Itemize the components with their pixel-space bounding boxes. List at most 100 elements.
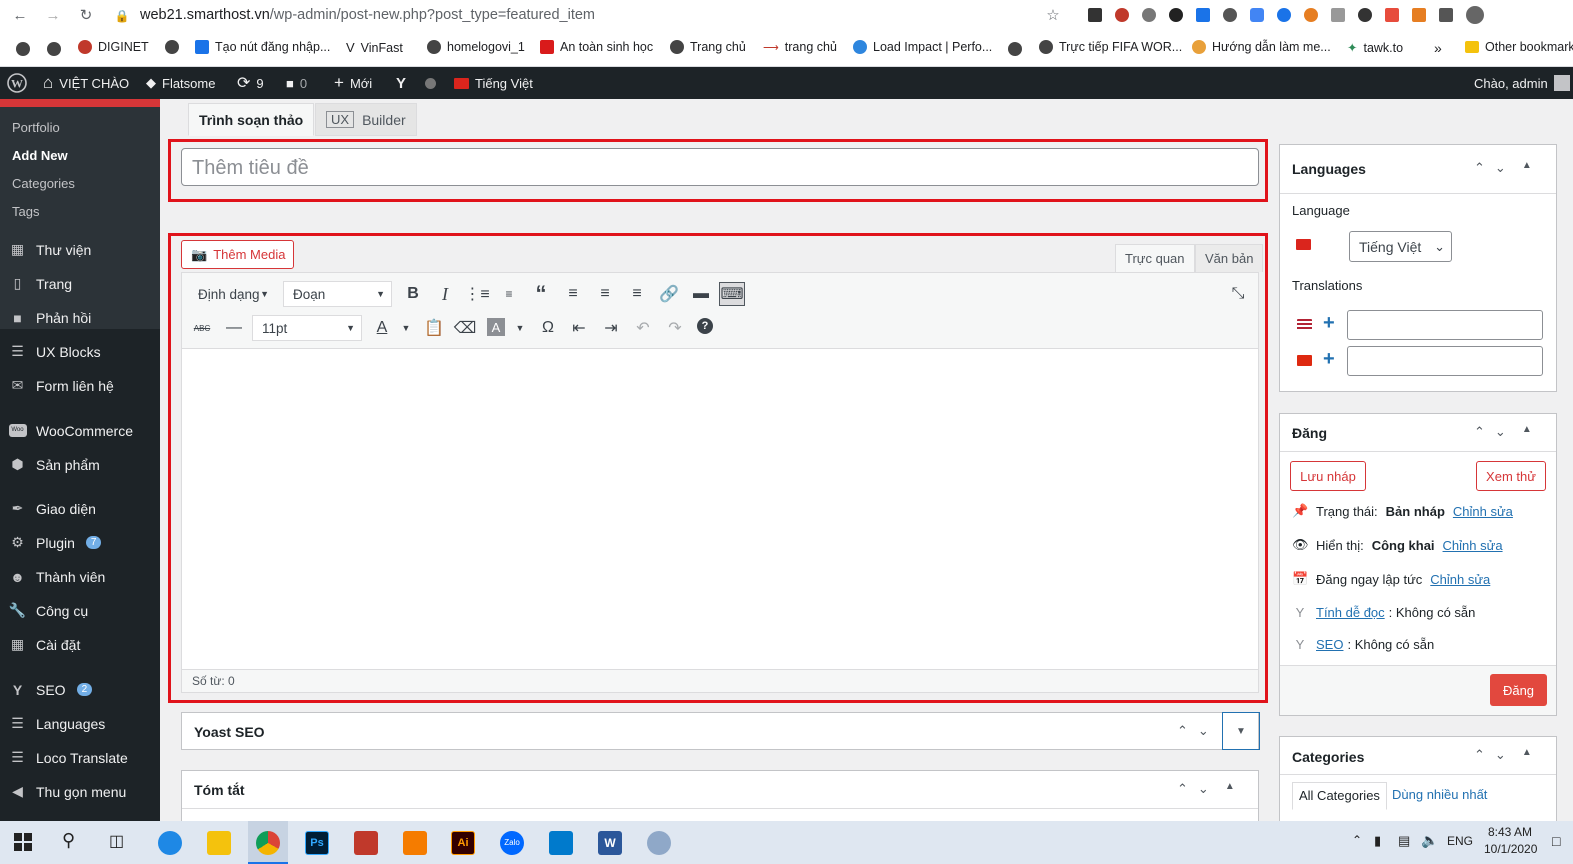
align-left-icon[interactable]: ≡ [563, 284, 583, 304]
input-language[interactable]: ENG [1447, 834, 1473, 848]
paste-text-icon[interactable]: 📋 [424, 318, 444, 338]
tab-most-used[interactable]: Dùng nhiều nhất [1392, 787, 1487, 802]
submenu-item-categories[interactable]: Categories [12, 176, 75, 191]
theme-link[interactable]: ◆ Flatsome [146, 67, 215, 99]
extension-icon[interactable] [1169, 8, 1183, 22]
link-icon[interactable]: 🔗 [659, 284, 679, 304]
save-draft-button[interactable]: Lưu nháp [1290, 461, 1366, 491]
chevron-up-icon[interactable]: ⌃ [1474, 424, 1485, 440]
align-right-icon[interactable]: ≡ [627, 284, 647, 304]
gear-icon[interactable] [1223, 8, 1237, 22]
extension-icon[interactable] [1277, 8, 1291, 22]
sidebar-item-settings[interactable]: ▦ Cài đặt [8, 635, 80, 654]
chevron-down-icon[interactable]: ⌄ [1495, 424, 1506, 440]
chevron-up-icon[interactable]: ⌃ [1177, 723, 1188, 739]
extension-icon[interactable] [1088, 8, 1102, 22]
metabox-title[interactable]: Yoast SEO [194, 724, 265, 740]
file-explorer-icon[interactable] [207, 831, 231, 855]
bookmarks-overflow-button[interactable]: » [1434, 40, 1442, 56]
edit-status-link[interactable]: Chỉnh sửa [1453, 504, 1513, 519]
blockquote-icon[interactable]: “ [531, 281, 551, 306]
new-content-link[interactable]: + Mới [334, 67, 372, 99]
back-arrow-icon[interactable]: ← [12, 8, 28, 24]
sidebar-item-seo[interactable]: Y SEO 2 [8, 680, 93, 699]
bookmark-item[interactable]: V VinFast [346, 40, 403, 55]
metabox-title[interactable]: Đăng [1292, 425, 1327, 441]
sidebar-item-products[interactable]: ⬢ Sản phẩm [8, 455, 99, 474]
sidebar-item-appearance[interactable]: ✒ Giao diện [8, 499, 96, 518]
strikethrough-icon[interactable]: ABC [192, 318, 212, 338]
volume-icon[interactable]: 🔈 [1421, 832, 1438, 849]
translation-input-zh[interactable] [1347, 346, 1543, 376]
text-color-icon[interactable]: A [372, 318, 392, 338]
bookmark-icon[interactable] [16, 42, 30, 56]
preview-button[interactable]: Xem thử [1476, 461, 1546, 491]
language-switcher[interactable]: Tiếng Việt [454, 67, 533, 99]
bookmark-item[interactable]: Hướng dẫn làm me... [1192, 40, 1331, 54]
vscode-icon[interactable] [549, 831, 573, 855]
other-bookmarks[interactable]: Other bookmarks [1465, 40, 1573, 54]
tab-all-categories[interactable]: All Categories [1292, 782, 1387, 810]
submenu-item-add-new[interactable]: Add New [12, 148, 68, 163]
toggle-panel-icon[interactable]: ▲ [1225, 781, 1235, 797]
editor-content-area[interactable] [182, 349, 1258, 647]
sidebar-item-woocommerce[interactable]: Woo WooCommerce [8, 421, 133, 440]
chevron-down-icon[interactable]: ⌄ [1198, 781, 1209, 797]
sidebar-item-comments[interactable]: ■ Phản hồi [8, 308, 91, 327]
tab-classic-editor[interactable]: Trình soạn thảo [188, 103, 315, 136]
metabox-title[interactable]: Tóm tắt [194, 782, 245, 798]
readability-link[interactable]: Tính dễ đọc [1316, 605, 1385, 620]
extension-icon[interactable] [1304, 8, 1318, 22]
bookmark-item[interactable]: Trực tiếp FIFA WOR... [1039, 40, 1182, 54]
extension-icon[interactable] [1412, 8, 1426, 22]
star-icon[interactable]: ☆ [1045, 8, 1061, 24]
chevron-down-icon[interactable]: ⌄ [1495, 160, 1506, 176]
fullscreen-icon[interactable]: ⤡ [1228, 284, 1248, 304]
tab-text[interactable]: Văn bản [1195, 244, 1264, 272]
chevron-up-icon[interactable]: ⌃ [1474, 160, 1485, 176]
align-center-icon[interactable]: ≡ [595, 284, 615, 304]
redo-icon[interactable]: ↷ [665, 318, 685, 338]
bullet-list-icon[interactable]: ⋮≡ [464, 284, 489, 304]
account-menu[interactable]: Chào, admin [1474, 67, 1570, 99]
toggle-panel-icon[interactable]: ▲ [1522, 747, 1532, 763]
paint-icon[interactable] [647, 831, 671, 855]
sidebar-item-users[interactable]: ☻ Thành viên [8, 567, 105, 586]
yoast-icon[interactable]: Y [396, 67, 406, 99]
address-bar[interactable]: web21.smarthost.vn/wp-admin/post-new.php… [140, 7, 595, 23]
read-more-icon[interactable]: ▬ [691, 284, 711, 304]
undo-icon[interactable]: ↶ [633, 318, 653, 338]
chrome-icon[interactable] [256, 831, 280, 855]
italic-icon[interactable]: I [435, 284, 455, 304]
sidebar-collapse-menu[interactable]: ◀ Thu gọn menu [8, 782, 126, 801]
outdent-icon[interactable]: ⇤ [569, 318, 589, 338]
clock[interactable]: 8:43 AM 10/1/2020 [1484, 825, 1537, 856]
comments-link[interactable]: ■ 0 [286, 67, 307, 99]
bookmark-item[interactable] [165, 40, 179, 54]
caret-down-icon[interactable]: ▼ [396, 318, 416, 338]
sidebar-item-loco-translate[interactable]: ☰ Loco Translate [8, 748, 128, 767]
edit-visibility-link[interactable]: Chỉnh sửa [1443, 538, 1503, 553]
sidebar-item-plugins[interactable]: ⚙ Plugin 7 [8, 533, 102, 552]
bookmark-item[interactable]: Trang chủ [670, 40, 746, 54]
eraser-icon[interactable]: ⌫ [454, 318, 477, 338]
sidebar-item-pages[interactable]: ▯ Trang [8, 274, 72, 293]
bold-icon[interactable]: B [403, 284, 423, 304]
extension-icon[interactable] [1250, 8, 1264, 22]
download-icon[interactable] [1196, 8, 1210, 22]
bookmark-item[interactable]: An toàn sinh học [540, 40, 653, 54]
word-icon[interactable]: W [598, 831, 622, 855]
forward-arrow-icon[interactable]: → [45, 8, 61, 24]
submenu-item-portfolio[interactable]: Portfolio [12, 120, 60, 135]
wordpress-logo-icon[interactable]: W [7, 67, 27, 99]
sidebar-item-tools[interactable]: 🔧 Công cụ [8, 601, 88, 620]
extension-icon[interactable] [1385, 8, 1399, 22]
app-icon[interactable] [403, 831, 427, 855]
sidebar-item-media[interactable]: ▦ Thư viện [8, 240, 91, 259]
notification-icon[interactable]: □ [1552, 833, 1560, 849]
bookmark-item[interactable]: ⟶ trang chủ [763, 40, 837, 54]
illustrator-icon[interactable]: Ai [451, 831, 475, 855]
extension-icon[interactable] [1115, 8, 1129, 22]
sidebar-item-ux-blocks[interactable]: ☰ UX Blocks [8, 342, 100, 361]
edge-icon[interactable] [158, 831, 182, 855]
